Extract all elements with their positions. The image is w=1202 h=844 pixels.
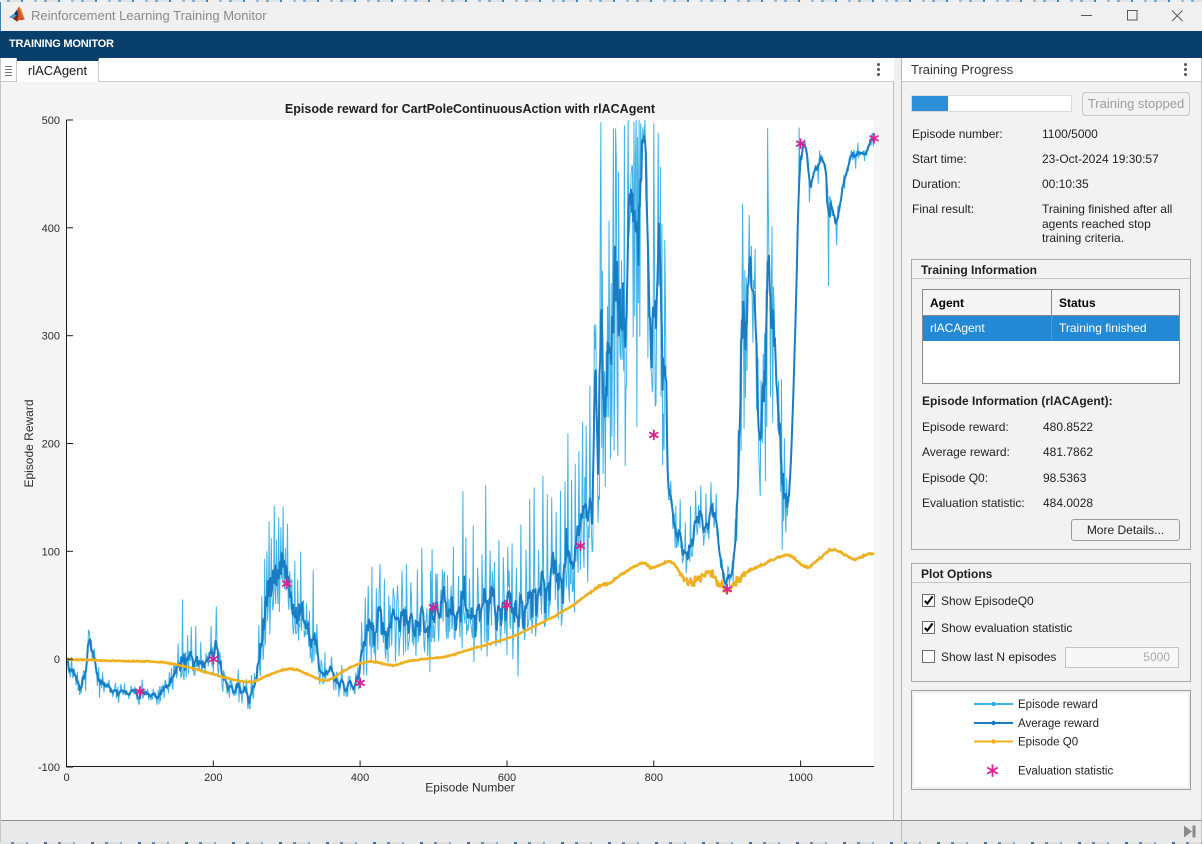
svg-text:Episode Number: Episode Number xyxy=(425,781,514,795)
svg-text:Episode reward: Episode reward xyxy=(1018,699,1098,711)
svg-text:0: 0 xyxy=(63,772,69,784)
svg-text:100: 100 xyxy=(42,546,60,558)
svg-text:300: 300 xyxy=(42,331,60,343)
svg-text:800: 800 xyxy=(645,772,663,784)
svg-text:Episode Reward: Episode Reward xyxy=(22,399,36,487)
svg-text:0: 0 xyxy=(54,654,60,666)
svg-text:Episode reward for CartPoleCon: Episode reward for CartPoleContinuousAct… xyxy=(285,102,656,116)
svg-text:200: 200 xyxy=(204,772,222,784)
svg-text:Average reward: Average reward xyxy=(1018,718,1099,730)
svg-text:400: 400 xyxy=(351,772,369,784)
svg-text:Evaluation statistic: Evaluation statistic xyxy=(1018,766,1113,778)
svg-text:Episode Q0: Episode Q0 xyxy=(1018,737,1078,749)
svg-text:1000: 1000 xyxy=(788,772,812,784)
svg-text:400: 400 xyxy=(42,223,60,235)
svg-text:-100: -100 xyxy=(38,762,60,774)
svg-text:200: 200 xyxy=(42,439,60,451)
svg-text:500: 500 xyxy=(42,115,60,127)
